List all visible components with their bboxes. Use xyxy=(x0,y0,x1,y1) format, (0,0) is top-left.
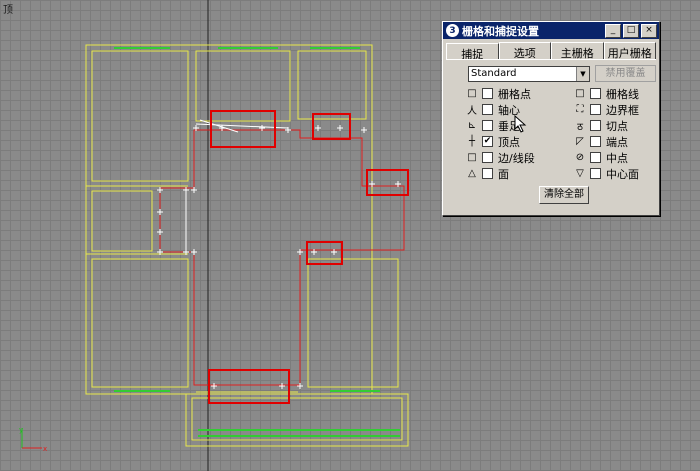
spline-outline xyxy=(159,129,405,386)
option-edge[interactable]: □ 边/线段 xyxy=(466,150,535,165)
vertex-icon: ┼ xyxy=(468,136,476,147)
inner-white-lines xyxy=(185,119,289,252)
override-off-button[interactable]: 禁用覆盖 xyxy=(595,65,656,82)
pivot-checkbox[interactable] xyxy=(482,104,493,115)
perpendicular-icon: ⊾ xyxy=(467,120,477,131)
chevron-down-icon[interactable]: ▼ xyxy=(576,67,589,81)
option-grid-points[interactable]: □ 栅格点 xyxy=(466,86,531,101)
grid-lines-checkbox[interactable] xyxy=(590,88,601,99)
tab-user-grid[interactable]: 用户栅格 xyxy=(603,42,656,60)
option-tangent[interactable]: ठ 切点 xyxy=(574,118,628,133)
mouse-cursor-icon xyxy=(514,115,527,133)
face-icon: △ xyxy=(468,168,476,179)
face-checkbox[interactable] xyxy=(482,168,493,179)
svg-text:x: x xyxy=(43,445,47,453)
maximize-button[interactable]: □ xyxy=(623,23,639,38)
edge-label: 边/线段 xyxy=(498,151,535,165)
wall-lines xyxy=(85,44,409,447)
edge-icon: □ xyxy=(467,152,477,163)
option-vertex[interactable]: ┼ ✔ 顶点 xyxy=(466,134,520,149)
svg-text:y: y xyxy=(19,426,23,434)
option-face[interactable]: △ 面 xyxy=(466,166,509,181)
grid-line-icon: □ xyxy=(575,88,585,99)
grid-points-label: 栅格点 xyxy=(498,87,531,101)
app-icon: 3 xyxy=(446,24,459,37)
window-lines xyxy=(114,47,400,437)
tab-snaps[interactable]: 捕捉 xyxy=(446,43,499,61)
axis-tripod: y x xyxy=(19,426,47,453)
snap-type-dropdown[interactable]: Standard ▼ xyxy=(468,66,590,82)
clear-all-button[interactable]: 清除全部 xyxy=(539,186,589,204)
pivot-icon: 人 xyxy=(467,106,477,117)
dialog-titlebar[interactable]: 3 栅格和捕捉设置 _ □ × xyxy=(443,22,659,39)
grid-snap-settings-dialog[interactable]: 3 栅格和捕捉设置 _ □ × 捕捉 选项 主栅格 用户栅格 Standard … xyxy=(442,21,660,216)
vertex-label: 顶点 xyxy=(498,135,520,149)
perpendicular-checkbox[interactable] xyxy=(482,120,493,131)
bounding-box-icon: ⛶ xyxy=(576,104,584,115)
endpoint-icon: ◸ xyxy=(576,136,584,147)
edge-checkbox[interactable] xyxy=(482,152,493,163)
bounding-box-checkbox[interactable] xyxy=(590,104,601,115)
grid-points-checkbox[interactable] xyxy=(482,88,493,99)
midpoint-checkbox[interactable] xyxy=(590,152,601,163)
endpoint-label: 端点 xyxy=(606,135,628,149)
center-face-icon: ▽ xyxy=(576,168,584,179)
center-face-checkbox[interactable] xyxy=(590,168,601,179)
option-pivot[interactable]: 人 轴心 xyxy=(466,102,520,118)
midpoint-label: 中点 xyxy=(606,151,628,165)
tab-home-grid[interactable]: 主栅格 xyxy=(551,42,604,60)
tab-strip: 捕捉 选项 主栅格 用户栅格 xyxy=(443,39,659,61)
option-endpoint[interactable]: ◸ 端点 xyxy=(574,134,628,149)
bounding-box-label: 边界框 xyxy=(606,103,639,117)
face-label: 面 xyxy=(498,167,509,181)
option-midpoint[interactable]: ⊘ 中点 xyxy=(574,150,628,165)
minimize-button[interactable]: _ xyxy=(605,23,621,38)
center-face-label: 中心面 xyxy=(606,167,639,181)
tangent-icon: ठ xyxy=(577,121,583,133)
grid-point-icon: □ xyxy=(467,88,477,99)
option-bounding-box[interactable]: ⛶ 边界框 xyxy=(574,102,640,117)
option-grid-lines[interactable]: □ 栅格线 xyxy=(574,86,639,101)
tab-options[interactable]: 选项 xyxy=(498,42,551,60)
snaps-panel: Standard ▼ 禁用覆盖 □ 栅格点 人 轴心 ⊾ 垂足 ┼ ✔ 顶点 □… xyxy=(446,59,656,209)
midpoint-icon: ⊘ xyxy=(575,152,585,163)
endpoint-checkbox[interactable] xyxy=(590,136,601,147)
snap-type-value: Standard xyxy=(471,68,517,79)
tangent-checkbox[interactable] xyxy=(590,120,601,131)
option-center-face[interactable]: ▽ 中心面 xyxy=(574,166,639,181)
close-button[interactable]: × xyxy=(641,23,657,38)
option-perpendicular[interactable]: ⊾ 垂足 xyxy=(466,118,520,133)
tangent-label: 切点 xyxy=(606,119,628,133)
dialog-title: 栅格和捕捉设置 xyxy=(462,24,539,38)
vertex-checkbox[interactable]: ✔ xyxy=(482,136,493,147)
grid-lines-label: 栅格线 xyxy=(606,87,639,101)
